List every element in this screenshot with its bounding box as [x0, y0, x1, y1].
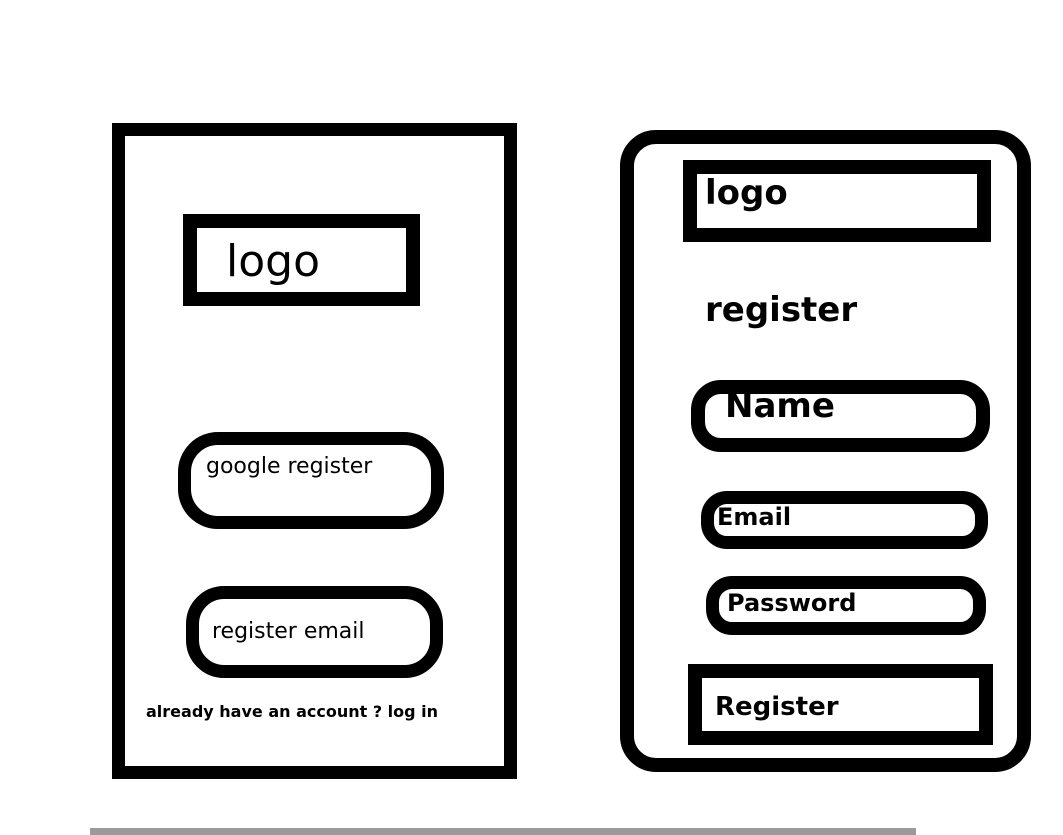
right-logo-text: logo	[705, 173, 788, 213]
password-input-label: Password	[727, 589, 857, 617]
bottom-divider	[90, 828, 916, 835]
google-register-label: google register	[206, 454, 373, 479]
name-input-label: Name	[725, 386, 835, 426]
register-submit-label: Register	[715, 692, 839, 722]
register-heading: register	[705, 290, 858, 330]
left-logo-text: logo	[226, 236, 320, 287]
google-register-button[interactable]	[178, 432, 444, 529]
email-input-label: Email	[717, 503, 792, 531]
login-link[interactable]: already have an account ? log in	[146, 704, 438, 720]
register-email-label: register email	[212, 619, 365, 644]
